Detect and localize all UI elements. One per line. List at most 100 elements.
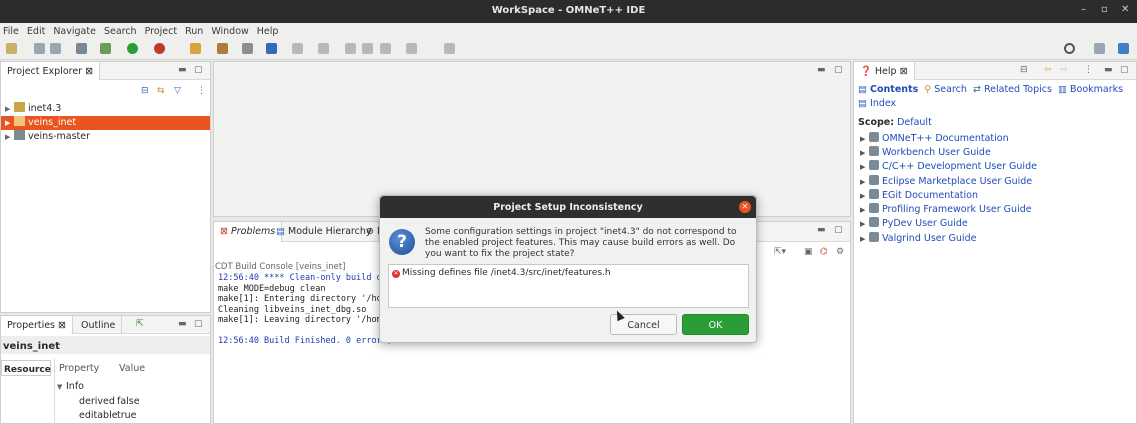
open-type-icon[interactable] [217, 43, 228, 54]
pin-editor-icon[interactable] [444, 43, 455, 54]
pin-icon[interactable]: ⇱ [136, 319, 144, 329]
back-history-icon[interactable] [380, 43, 391, 54]
related-icon: ⇄ [972, 84, 981, 95]
build-icon[interactable] [190, 43, 201, 54]
back-icon[interactable]: ⇦ [1044, 65, 1052, 75]
menu-file[interactable]: File [0, 23, 22, 39]
collapse-icon[interactable]: ▼ [57, 383, 66, 391]
help-link[interactable]: ▶ EGit Documentation [860, 189, 978, 203]
maximize-view-icon[interactable]: ▢ [194, 65, 203, 75]
help-link-label: Valgrind User Guide [882, 233, 977, 244]
tree-item-inet[interactable]: ▶ inet4.3 [1, 102, 210, 116]
run-icon[interactable] [127, 43, 138, 54]
help-nav-related[interactable]: Related Topics [984, 84, 1052, 95]
console-icon[interactable] [266, 43, 277, 54]
perspective-icon[interactable] [1118, 43, 1129, 54]
menu-project[interactable]: Project [142, 23, 181, 39]
tree-item-veins-inet[interactable]: ▶ veins_inet [1, 116, 210, 130]
maximize-view-icon[interactable]: ▢ [1120, 65, 1129, 75]
minimize-view-icon[interactable]: ▬ [178, 65, 187, 75]
show-in-toc-icon[interactable]: ⊟ [1020, 65, 1028, 75]
back-icon[interactable] [362, 43, 373, 54]
external-tools-icon[interactable] [154, 43, 165, 54]
save-icon[interactable] [34, 43, 45, 54]
minimize-view-icon[interactable]: ▬ [1104, 65, 1113, 75]
help-nav-bookmarks[interactable]: Bookmarks [1070, 84, 1123, 95]
expand-icon[interactable]: ▶ [5, 133, 14, 141]
next-annotation-icon[interactable] [292, 43, 303, 54]
tab-label: Help [874, 66, 897, 77]
restore-button[interactable]: ▫ [1101, 4, 1108, 15]
tab-label: Project Explorer [7, 66, 83, 77]
console-line: 12:56:40 Build Finished. 0 errors, [218, 336, 392, 346]
view-menu-icon[interactable]: ⋮ [1084, 65, 1093, 75]
search-icon[interactable] [1064, 43, 1075, 54]
link-editor-icon[interactable]: ⇆ [157, 86, 165, 96]
prev-annotation-icon[interactable] [318, 43, 329, 54]
display-console-icon[interactable]: ▣ [804, 247, 813, 257]
console-settings-icon[interactable]: ⚙ [836, 247, 844, 257]
minimize-view-icon[interactable]: ▬ [817, 65, 826, 75]
maximize-view-icon[interactable]: ▢ [834, 65, 843, 75]
properties-header: Properties ⊠ Outline ⇱ ▬ ▢ [1, 316, 210, 334]
help-link-label: EGit Documentation [882, 190, 978, 201]
last-edit-icon[interactable] [345, 43, 356, 54]
group-info[interactable]: ▼ Info [57, 381, 84, 392]
help-nav-search[interactable]: Search [934, 84, 967, 95]
menu-navigate[interactable]: Navigate [50, 23, 99, 39]
help-link[interactable]: ▶ OMNeT++ Documentation [860, 132, 1009, 146]
book-icon [869, 189, 879, 199]
save-all-icon[interactable] [50, 43, 61, 54]
minimize-view-icon[interactable]: ▬ [817, 225, 826, 235]
help-link[interactable]: ▶ Profiling Framework User Guide [860, 203, 1032, 217]
search-toolbar-icon[interactable] [242, 43, 253, 54]
tab-help[interactable]: ❓ Help ⊠ [854, 62, 915, 80]
collapse-all-icon[interactable]: ⊟ [141, 86, 149, 96]
maximize-view-icon[interactable]: ▢ [194, 319, 203, 329]
print-icon[interactable] [76, 43, 87, 54]
minimize-button[interactable]: – [1081, 4, 1086, 15]
menu-edit[interactable]: Edit [24, 23, 48, 39]
more-icon: ⊛ [366, 226, 374, 237]
properties-title: veins_inet [1, 336, 210, 354]
help-link[interactable]: ▶ Workbench User Guide [860, 146, 991, 160]
tab-project-explorer[interactable]: Project Explorer ⊠ [1, 62, 101, 80]
ok-button[interactable]: OK [682, 314, 749, 335]
close-icon[interactable]: ✕ [739, 201, 751, 213]
expand-icon[interactable]: ▶ [5, 105, 14, 113]
forward-icon[interactable]: ⇨ [1060, 65, 1068, 75]
tab-resource[interactable]: Resource [1, 360, 51, 376]
minimize-view-icon[interactable]: ▬ [178, 319, 187, 329]
filter-icon[interactable]: ▽ [174, 86, 181, 96]
tab-outline[interactable]: Outline [75, 316, 123, 334]
tree-item-veins-master[interactable]: ▶ veins-master [1, 130, 210, 144]
help-link[interactable]: ▶ Valgrind User Guide [860, 232, 976, 246]
expand-icon[interactable]: ▶ [5, 119, 14, 127]
new-icon[interactable] [6, 43, 17, 54]
problem-list[interactable]: ✕ Missing defines file /inet4.3/src/inet/… [388, 264, 749, 308]
debug-icon[interactable] [100, 43, 111, 54]
problem-item[interactable]: ✕ Missing defines file /inet4.3/src/inet/… [392, 268, 611, 278]
help-nav-contents[interactable]: Contents [870, 84, 918, 95]
project-setup-dialog: Project Setup Inconsistency ✕ ? Some con… [379, 195, 757, 343]
menu-window[interactable]: Window [208, 23, 251, 39]
help-link-label: C/C++ Development User Guide [882, 161, 1037, 172]
pin-console-icon[interactable]: ⌬ [820, 247, 828, 257]
open-perspective-icon[interactable] [1094, 43, 1105, 54]
menu-help[interactable]: Help [254, 23, 282, 39]
open-console-icon[interactable]: ⇱▾ [774, 247, 786, 257]
scope-value-link[interactable]: Default [897, 117, 932, 128]
help-link-label: Eclipse Marketplace User Guide [882, 176, 1033, 187]
menu-search[interactable]: Search [101, 23, 140, 39]
help-nav-index[interactable]: Index [870, 98, 896, 109]
tab-properties[interactable]: Properties ⊠ [1, 316, 73, 334]
menu-run[interactable]: Run [182, 23, 206, 39]
help-link[interactable]: ▶ C/C++ Development User Guide [860, 160, 1037, 174]
view-menu-icon[interactable]: ⋮ [197, 86, 206, 96]
forward-icon[interactable] [406, 43, 417, 54]
close-window-button[interactable]: ✕ [1121, 4, 1129, 15]
help-link[interactable]: ▶ PyDev User Guide [860, 217, 968, 231]
help-link[interactable]: ▶ Eclipse Marketplace User Guide [860, 175, 1032, 189]
maximize-view-icon[interactable]: ▢ [834, 225, 843, 235]
book-icon [869, 175, 879, 185]
